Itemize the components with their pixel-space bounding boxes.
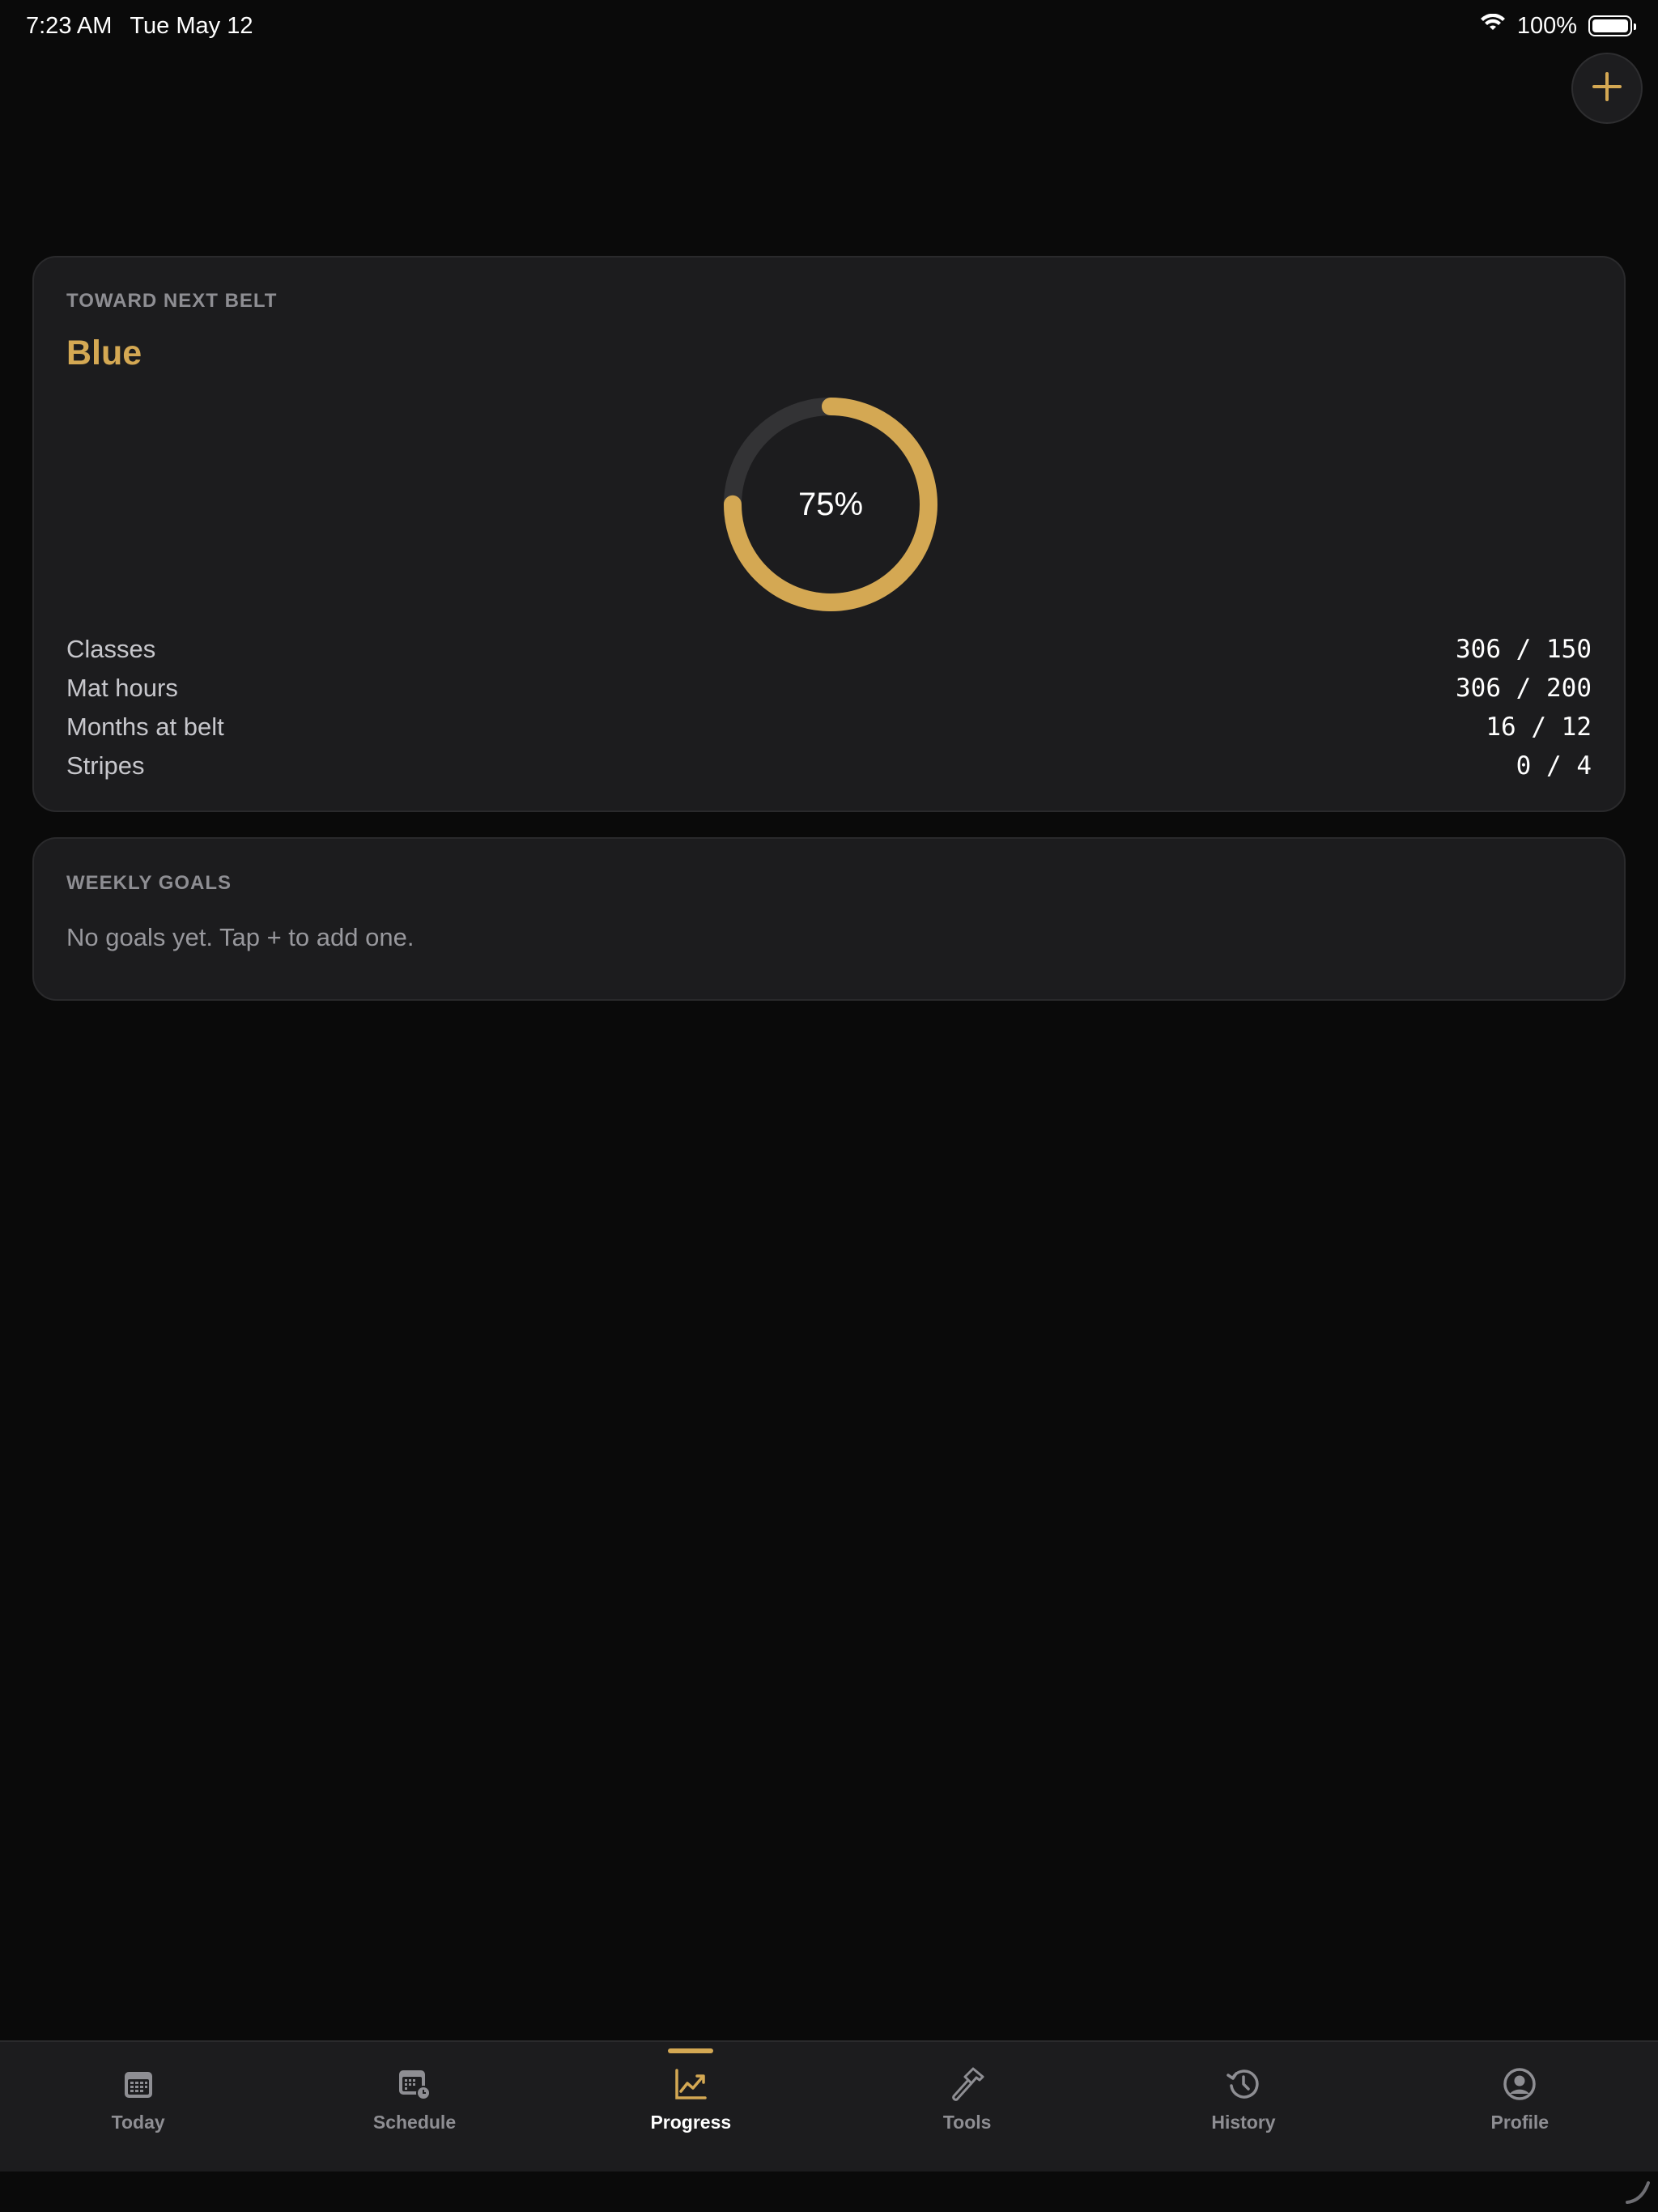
resize-handle-icon[interactable]: [1624, 2178, 1652, 2206]
add-button[interactable]: [1571, 53, 1643, 124]
calendar-icon: [119, 2065, 158, 2104]
status-right: 100%: [1480, 12, 1636, 40]
stat-value: 0 / 4: [1486, 751, 1592, 781]
plus-icon: [1591, 70, 1623, 107]
stat-value: 306 / 150: [1456, 635, 1592, 664]
tab-label: History: [1211, 2112, 1276, 2133]
status-date: Tue May 12: [130, 12, 253, 39]
history-icon: [1224, 2065, 1263, 2104]
stat-label: Stripes: [66, 751, 145, 780]
battery-percent: 100%: [1516, 12, 1577, 39]
wifi-icon: [1480, 13, 1506, 40]
progress-percent: 75%: [797, 486, 864, 522]
tab-today[interactable]: Today: [0, 2042, 276, 2172]
weekly-goals-card: WEEKLY GOALS No goals yet. Tap + to add …: [32, 837, 1626, 1001]
tab-label: Tools: [942, 2112, 992, 2133]
chart-line-icon: [671, 2065, 710, 2104]
stat-row-months-at-belt: Months at belt 16 / 12: [66, 708, 1592, 747]
tab-bar: Today Schedule Progress Tools History Pr…: [0, 2040, 1658, 2172]
belt-progress-card: TOWARD NEXT BELT Blue 75% Classes 306 / …: [32, 256, 1626, 812]
stat-value: 16 / 12: [1470, 713, 1592, 742]
next-belt-name: Blue: [66, 334, 142, 372]
status-left: 7:23 AM Tue May 12: [26, 13, 253, 40]
battery-icon: [1588, 15, 1636, 36]
status-time: 7:23 AM: [26, 12, 113, 39]
stat-row-mat-hours: Mat hours 306 / 200: [66, 669, 1592, 708]
card-label: WEEKLY GOALS: [66, 872, 232, 894]
hammer-icon: [948, 2065, 987, 2104]
tab-schedule[interactable]: Schedule: [276, 2042, 552, 2172]
tab-label: Profile: [1490, 2112, 1550, 2133]
status-bar: 7:23 AM Tue May 12 100%: [0, 0, 1658, 52]
calendar-clock-icon: [395, 2065, 434, 2104]
card-label: TOWARD NEXT BELT: [66, 290, 278, 312]
profile-icon: [1500, 2065, 1539, 2104]
tab-label: Today: [111, 2112, 165, 2133]
tab-label: Schedule: [372, 2112, 457, 2133]
goals-empty-text: No goals yet. Tap + to add one.: [66, 923, 414, 951]
tab-progress[interactable]: Progress: [553, 2042, 829, 2172]
stat-label: Mat hours: [66, 674, 178, 702]
tab-tools[interactable]: Tools: [829, 2042, 1105, 2172]
tab-label: Progress: [650, 2112, 732, 2133]
stat-label: Classes: [66, 635, 156, 663]
tab-profile[interactable]: Profile: [1382, 2042, 1658, 2172]
stat-label: Months at belt: [66, 713, 224, 741]
progress-ring: 75%: [721, 395, 940, 614]
active-tab-indicator: [668, 2048, 714, 2053]
stat-row-classes: Classes 306 / 150: [66, 630, 1592, 669]
stat-value: 306 / 200: [1456, 674, 1592, 703]
stat-row-stripes: Stripes 0 / 4: [66, 747, 1592, 785]
tab-history[interactable]: History: [1105, 2042, 1381, 2172]
